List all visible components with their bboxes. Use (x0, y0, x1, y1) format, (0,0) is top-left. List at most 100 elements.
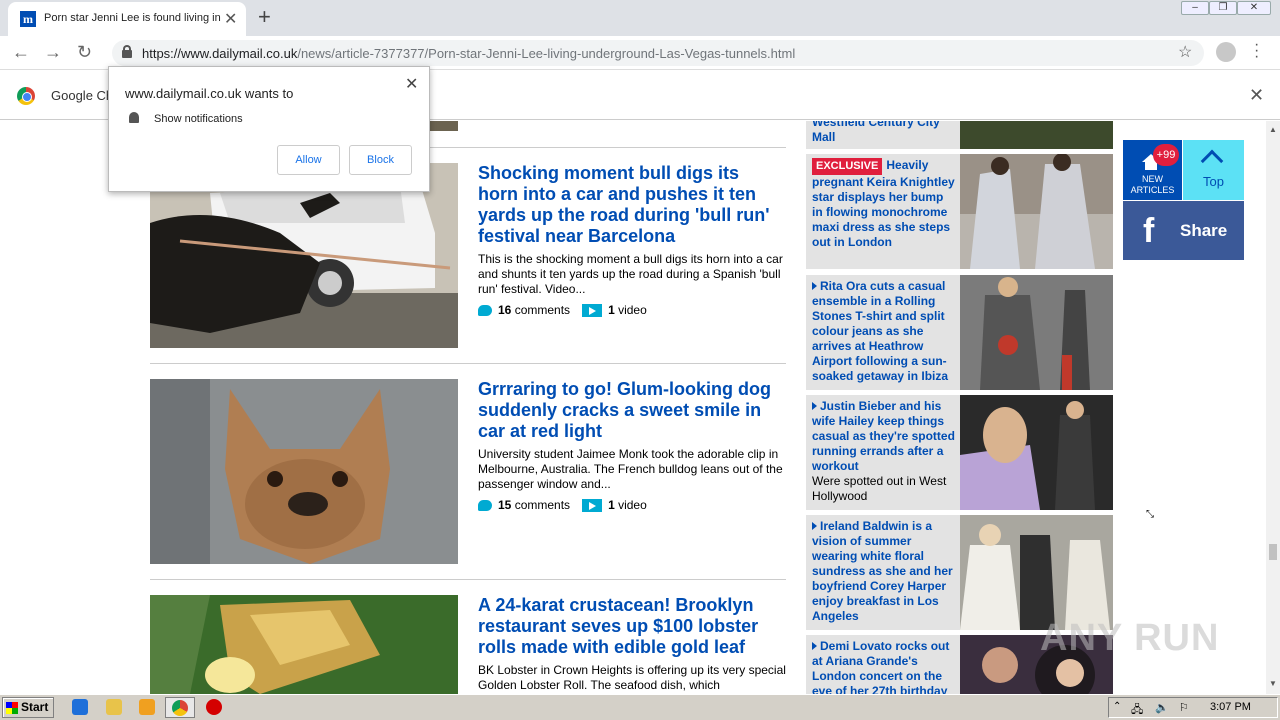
sidebar-story-text[interactable]: EXCLUSIVE Heavily pregnant Keira Knightle… (812, 158, 957, 250)
share-label: Share (1180, 221, 1228, 240)
sidebar-story[interactable]: Westfield Century City Mall (806, 121, 1113, 149)
bulldog-image[interactable] (150, 379, 458, 564)
browser-tab[interactable]: m Porn star Jenni Lee is found living in… (8, 2, 246, 36)
sidebar-story-text[interactable]: Westfield Century City Mall (812, 121, 957, 145)
menu-dots-icon[interactable]: · · · (1254, 37, 1259, 65)
volume-icon[interactable]: 🔈 (1155, 701, 1169, 714)
article-item[interactable]: Grrraring to go! Glum-looking dog sudden… (150, 379, 786, 564)
article-summary: This is the shocking moment a bull digs … (478, 252, 783, 296)
article-item[interactable]: A 24-karat crustacean! Brooklyn restaura… (150, 595, 786, 694)
system-tray: ⌃ 🖧 🔈 ⚐ 3:07 PM (1108, 697, 1278, 718)
divider (150, 579, 786, 580)
keira-knightley-image[interactable] (960, 154, 1113, 269)
forward-icon[interactable]: → (44, 42, 62, 63)
sidebar-story-text[interactable]: Demi Lovato rocks out at Ariana Grande's… (812, 639, 957, 694)
page-scrollbar[interactable]: ▲ ▼ (1266, 121, 1280, 694)
sidebar-story[interactable]: Ireland Baldwin is a vision of summer we… (806, 515, 1113, 630)
new-count-badge: +99 (1153, 144, 1179, 166)
action-center-flag-icon[interactable]: ⚐ (1179, 701, 1189, 714)
windows-flag-icon (6, 702, 18, 714)
restore-window-icon[interactable]: ❐ (1209, 1, 1237, 15)
bookmark-star-icon[interactable]: ☆ (1178, 42, 1192, 62)
bell-icon (129, 112, 139, 123)
ireland-baldwin-image[interactable] (960, 515, 1113, 630)
comments-label[interactable]: comments (515, 498, 570, 512)
facebook-icon: f (1143, 212, 1155, 250)
article-meta: 15 comments 1 video (478, 498, 647, 513)
tab-strip: m Porn star Jenni Lee is found living in… (0, 0, 1280, 36)
dialog-site-text: www.dailymail.co.uk wants to (125, 86, 294, 101)
new-tab-icon[interactable]: + (258, 4, 271, 30)
reload-icon[interactable]: ↻ (77, 42, 92, 63)
clock[interactable]: 3:07 PM (1210, 701, 1251, 713)
scroll-down-icon[interactable]: ▼ (1269, 679, 1277, 688)
info-bar-text: Google Ch (51, 88, 114, 103)
sidebar-story-text[interactable]: Ireland Baldwin is a vision of summer we… (812, 519, 957, 624)
sidebar-story-image[interactable] (960, 121, 1113, 149)
sidebar-story[interactable]: Rita Ora cuts a casual ensemble in a Rol… (806, 275, 1113, 390)
folder-icon[interactable] (106, 699, 122, 715)
back-to-top-button[interactable]: Top (1183, 140, 1244, 200)
back-icon[interactable]: ← (12, 42, 30, 63)
video-count[interactable]: 1 (608, 303, 615, 317)
article-headline[interactable]: A 24-karat crustacean! Brooklyn restaura… (478, 595, 778, 658)
comments-label[interactable]: comments (515, 303, 570, 317)
article-summary: University student Jaimee Monk took the … (478, 447, 783, 491)
tab-title: Porn star Jenni Lee is found living in (44, 12, 221, 24)
article-summary: BK Lobster in Crown Heights is offering … (478, 663, 786, 692)
url-text[interactable]: https://www.dailymail.co.uk/news/article… (142, 46, 795, 61)
dialog-permission-text: Show notifications (154, 113, 243, 125)
tab-close-icon[interactable]: ✕ (224, 9, 237, 29)
sidebar-story-text[interactable]: Rita Ora cuts a casual ensemble in a Rol… (812, 279, 957, 384)
video-label[interactable]: video (618, 303, 647, 317)
start-button[interactable]: Start (2, 697, 54, 718)
notification-permission-dialog: www.dailymail.co.uk wants to ✕ Show noti… (108, 66, 430, 192)
sidebar-story-subtext: Were spotted out in West Hollywood (812, 474, 947, 503)
minimize-window-icon[interactable]: – (1181, 1, 1209, 15)
new-articles-label-2: ARTICLES (1130, 185, 1175, 195)
video-count[interactable]: 1 (608, 498, 615, 512)
article-meta: 16 comments 1 video (478, 303, 647, 318)
chrome-logo-icon (17, 87, 35, 105)
justin-bieber-image[interactable] (960, 395, 1113, 510)
comment-count[interactable]: 15 (498, 498, 511, 512)
address-bar[interactable]: https://www.dailymail.co.uk/news/article… (112, 40, 1204, 66)
dailymail-favicon-icon: m (20, 11, 36, 27)
network-icon[interactable]: 🖧 (1131, 701, 1143, 720)
divider (150, 363, 786, 364)
exclusive-badge: EXCLUSIVE (812, 158, 883, 175)
arrow-icon (812, 642, 817, 650)
sidebar-story[interactable]: EXCLUSIVE Heavily pregnant Keira Knightle… (806, 154, 1113, 269)
media-player-icon[interactable] (139, 699, 155, 715)
comment-icon[interactable] (478, 305, 492, 317)
video-label[interactable]: video (618, 498, 647, 512)
close-window-icon[interactable]: ✕ (1237, 1, 1271, 15)
facebook-share-button[interactable]: f Share (1123, 201, 1244, 260)
info-bar-close-icon[interactable]: ✕ (1249, 85, 1264, 106)
comment-count[interactable]: 16 (498, 303, 511, 317)
scroll-up-icon[interactable]: ▲ (1269, 125, 1277, 134)
new-articles-label-1: NEW (1142, 174, 1163, 184)
article-headline[interactable]: Shocking moment bull digs its horn into … (478, 163, 778, 247)
windows-taskbar: Start ⌃ 🖧 🔈 ⚐ 3:07 PM (0, 694, 1280, 720)
internet-explorer-icon[interactable] (72, 699, 88, 715)
dialog-close-icon[interactable]: ✕ (405, 74, 418, 94)
profile-avatar-icon[interactable] (1216, 42, 1236, 62)
rita-ora-image[interactable] (960, 275, 1113, 390)
arrow-icon (812, 402, 817, 410)
anyrun-watermark: ANY RUN (1040, 617, 1220, 659)
article-headline[interactable]: Grrraring to go! Glum-looking dog sudden… (478, 379, 778, 442)
lock-icon[interactable] (122, 45, 132, 58)
sidebar-story[interactable]: Justin Bieber and his wife Hailey keep t… (806, 395, 1113, 510)
scroll-thumb[interactable] (1269, 544, 1277, 560)
allow-button[interactable]: Allow (277, 145, 340, 175)
chrome-taskbar-button[interactable] (165, 697, 195, 718)
comment-icon[interactable] (478, 500, 492, 512)
sidebar-story-text[interactable]: Justin Bieber and his wife Hailey keep t… (812, 399, 957, 504)
lobster-roll-image[interactable] (150, 595, 458, 694)
stop-icon[interactable] (206, 699, 222, 715)
video-icon[interactable] (582, 304, 603, 318)
video-icon[interactable] (582, 499, 603, 513)
block-button[interactable]: Block (349, 145, 412, 175)
tray-expand-icon[interactable]: ⌃ (1113, 701, 1121, 712)
